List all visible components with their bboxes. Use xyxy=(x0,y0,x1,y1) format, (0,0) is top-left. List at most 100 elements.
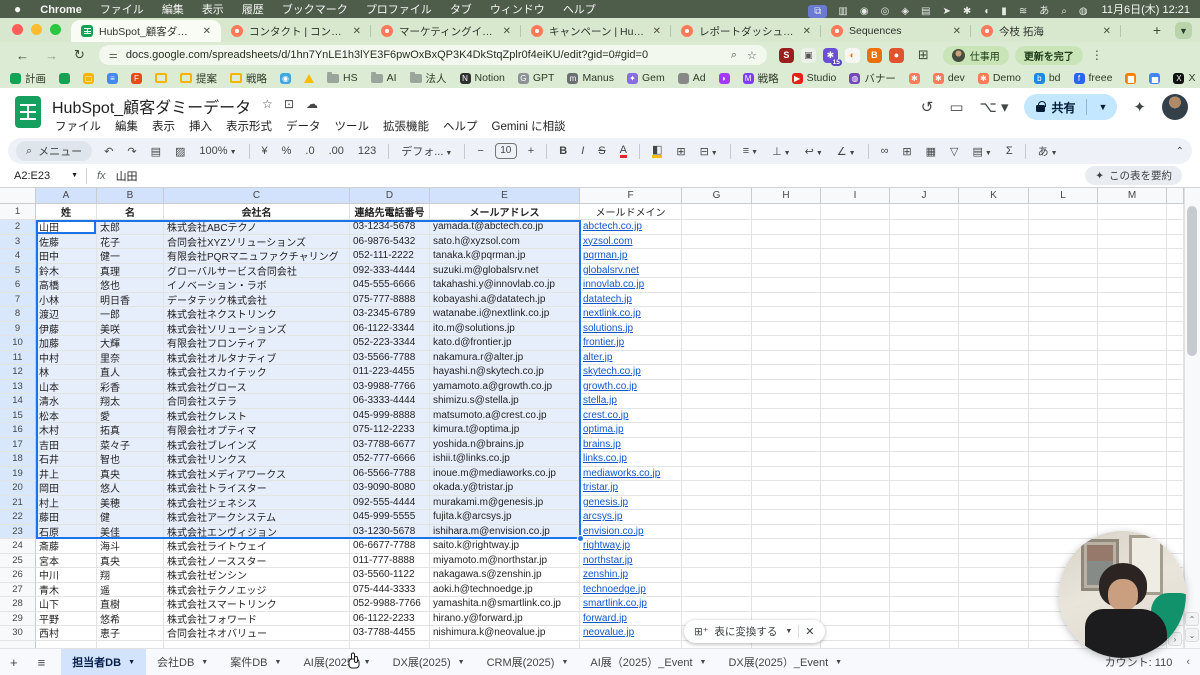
cell-empty[interactable] xyxy=(821,495,890,510)
cell-empty[interactable] xyxy=(682,582,752,597)
row-header-24[interactable]: 24 xyxy=(0,539,36,554)
cell-r25c3[interactable]: 011-777-8888 xyxy=(350,553,430,568)
cell-empty[interactable] xyxy=(959,481,1029,496)
camera-icon[interactable]: ◉ xyxy=(854,6,875,17)
cell-r18c4[interactable]: ishii.t@links.co.jp xyxy=(430,452,580,467)
cell-empty[interactable] xyxy=(1098,423,1167,438)
row-header-13[interactable]: 13 xyxy=(0,379,36,394)
cell-empty[interactable] xyxy=(890,307,959,322)
cell-empty[interactable] xyxy=(1098,481,1167,496)
cell-empty[interactable] xyxy=(959,640,1029,648)
percent-format-icon[interactable]: % xyxy=(276,145,298,157)
cell-empty[interactable] xyxy=(1098,510,1167,525)
cell-empty[interactable] xyxy=(890,597,959,612)
back-icon[interactable]: ← xyxy=(8,48,37,63)
tab-close-icon[interactable]: ✕ xyxy=(201,26,213,37)
cell-empty[interactable] xyxy=(682,292,752,307)
cell-r15c3[interactable]: 045-999-8888 xyxy=(350,408,430,423)
sheets-menu-7[interactable]: 拡張機能 xyxy=(376,116,436,136)
sheets-menu-1[interactable]: 編集 xyxy=(108,116,145,136)
decrease-decimal-icon[interactable]: .0 xyxy=(299,145,320,157)
cell-empty[interactable] xyxy=(682,321,752,336)
tab-search-chevron-icon[interactable]: ▼ xyxy=(1175,22,1192,39)
cell-empty[interactable] xyxy=(1029,481,1098,496)
cell-r15c1[interactable]: 愛 xyxy=(97,408,164,423)
cell-empty[interactable] xyxy=(959,220,1029,235)
sheets-logo-icon[interactable] xyxy=(15,96,41,128)
bookmark-item-27[interactable]: ▆ xyxy=(1125,72,1137,84)
cell-r17c3[interactable]: 03-7788-6677 xyxy=(350,437,430,452)
bookmark-item-24[interactable]: ✱ Demo xyxy=(977,72,1021,84)
macos-menu-5[interactable]: ブックマーク xyxy=(273,4,357,16)
cell-empty[interactable] xyxy=(682,524,752,539)
zoom-select[interactable]: 100% ▼ xyxy=(193,145,242,157)
cell-empty[interactable] xyxy=(752,466,821,481)
maximize-window-button[interactable] xyxy=(50,24,61,35)
cell-r30c1[interactable]: 恵子 xyxy=(97,626,164,641)
cell-r26c2[interactable]: 株式会社ゼンシン xyxy=(164,568,350,583)
cell-r14c3[interactable]: 06-3333-4444 xyxy=(350,394,430,409)
forward-icon[interactable]: → xyxy=(37,48,66,63)
cell-empty[interactable] xyxy=(890,321,959,336)
cell-r22c4[interactable]: fujita.k@arcsys.jp xyxy=(430,510,580,525)
reload-icon[interactable]: ↻ xyxy=(66,47,93,63)
cell-empty[interactable] xyxy=(959,263,1029,278)
cell-empty[interactable] xyxy=(1167,220,1184,235)
bookmark-item-11[interactable]: AI xyxy=(370,71,397,84)
name-box-chevron-icon[interactable]: ▼ xyxy=(71,172,78,179)
borders-icon[interactable]: ⊞ xyxy=(670,145,691,158)
cell-r28c1[interactable]: 直樹 xyxy=(97,597,164,612)
cell-r8c5[interactable]: nextlink.co.jp xyxy=(580,307,682,322)
cell-empty[interactable] xyxy=(752,220,821,235)
col-header-J[interactable]: J xyxy=(890,188,959,204)
table-header-1[interactable]: 名 xyxy=(97,204,164,220)
tab-close-icon[interactable]: ✕ xyxy=(951,26,963,37)
cell-empty[interactable] xyxy=(890,452,959,467)
bookmark-item-29[interactable]: XX xyxy=(1173,72,1195,84)
cell-empty[interactable] xyxy=(752,249,821,264)
cell-r22c5[interactable]: arcsys.jp xyxy=(580,510,682,525)
cell-empty[interactable] xyxy=(959,553,1029,568)
col-header-I[interactable]: I xyxy=(821,188,890,204)
table-header-5[interactable]: メールドメイン xyxy=(580,204,682,220)
bookmark-item-6[interactable]: 提案 xyxy=(180,71,217,86)
cell-r10c5[interactable]: frontier.jp xyxy=(580,336,682,351)
cell-empty[interactable] xyxy=(1029,408,1098,423)
browser-tab-6[interactable]: 今枝 拓海 ✕ xyxy=(971,20,1121,42)
cell-r7c4[interactable]: kobayashi.a@datatech.jp xyxy=(430,292,580,307)
convert-to-table-pill[interactable]: ⊞⁺ 表に変換する ▼ ✕ xyxy=(684,620,825,643)
cell-empty[interactable] xyxy=(1167,524,1184,539)
bookmark-item-18[interactable]: ◗ xyxy=(718,72,730,84)
bookmark-item-17[interactable]: Ad xyxy=(677,72,706,84)
row-header-8[interactable]: 8 xyxy=(0,307,36,322)
sheet-tab-0[interactable]: 担当者DB ▼ xyxy=(61,648,147,675)
sheet-tab-5[interactable]: CRM展(2025) ▼ xyxy=(476,649,580,675)
cell-r7c2[interactable]: データテック株式会社 xyxy=(164,292,350,307)
row-header-22[interactable]: 22 xyxy=(0,510,36,525)
cell-r16c5[interactable]: optima.jp xyxy=(580,423,682,438)
cell-empty[interactable] xyxy=(1098,495,1167,510)
cell-r17c2[interactable]: 株式会社ブレインズ xyxy=(164,437,350,452)
cell-r10c2[interactable]: 有限会社フロンティア xyxy=(164,336,350,351)
sheet-tab-6[interactable]: AI展（2025）_Event ▼ xyxy=(579,649,717,675)
cell-r6c1[interactable]: 悠也 xyxy=(97,278,164,293)
cell-r15c2[interactable]: 株式会社クレスト xyxy=(164,408,350,423)
sheets-menu-0[interactable]: ファイル xyxy=(48,116,108,136)
cell-r22c0[interactable]: 藤田 xyxy=(36,510,97,525)
cell-empty[interactable] xyxy=(682,249,752,264)
bookmark-item-12[interactable]: 法人 xyxy=(409,71,447,86)
currency-format-icon[interactable]: ¥ xyxy=(256,145,274,157)
scroll-up-button[interactable]: ⌃ xyxy=(1185,612,1199,626)
formula-input[interactable]: 山田 xyxy=(116,168,138,184)
cell-r6c0[interactable]: 高橋 xyxy=(36,278,97,293)
bookmark-item-0[interactable]: 計画 xyxy=(10,71,46,86)
row-header-14[interactable]: 14 xyxy=(0,394,36,409)
cell-empty[interactable] xyxy=(682,234,752,249)
cell-r19c0[interactable]: 井上 xyxy=(36,466,97,481)
cell-r3c5[interactable]: xyzsol.com xyxy=(580,234,682,249)
cell-empty[interactable] xyxy=(752,553,821,568)
cell-empty[interactable] xyxy=(821,365,890,380)
add-sheet-icon[interactable]: + xyxy=(0,655,28,670)
sheets-menu-9[interactable]: Gemini に相談 xyxy=(485,116,573,136)
cell-r18c5[interactable]: links.co.jp xyxy=(580,452,682,467)
